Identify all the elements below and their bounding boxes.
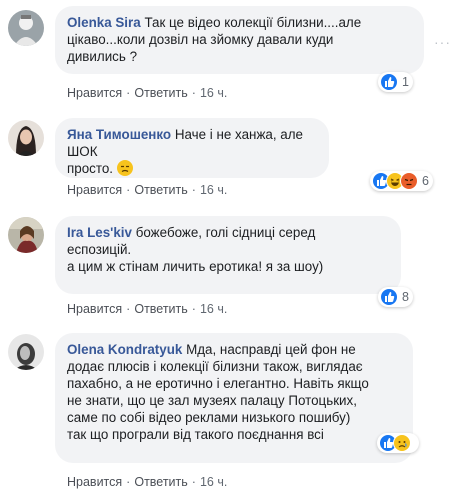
separator-dot: · [126,86,131,100]
reaction-count: 8 [402,290,409,304]
comment-time[interactable]: 16 ч. [200,475,227,489]
comment-author[interactable]: Olena Kondratyuk [67,342,182,357]
comment-actions: Нравится · Ответить · 16 ч. [67,302,227,316]
separator-dot: · [126,475,131,489]
separator-dot: · [126,302,131,316]
reply-link[interactable]: Ответить [134,183,187,197]
separator-dot: · [191,475,196,489]
comment-bubble: Яна Тимошенко Наче і не ханжа, але ШОК пр… [55,118,329,178]
comment-author[interactable]: Яна Тимошенко [67,127,171,142]
comment-actions: Нравится · Ответить · 16 ч. [67,86,227,100]
reply-link[interactable]: Ответить [134,86,187,100]
like-link[interactable]: Нравится [67,183,122,197]
comment-bubble: Olenka Sira Так це відео колекції білизн… [55,6,424,74]
avatar[interactable] [8,10,44,46]
more-options-icon[interactable]: ··· [434,34,450,50]
reaction-count: 6 [422,174,429,188]
comment-author[interactable]: Olenka Sira [67,15,141,30]
avatar[interactable] [8,217,44,253]
comment-text: Мда, насправді цей фон не додає плюсів і … [67,342,369,442]
comment-time[interactable]: 16 ч. [200,302,227,316]
comment-time[interactable]: 16 ч. [200,86,227,100]
comment-time[interactable]: 16 ч. [200,183,227,197]
reaction-summary[interactable]: 8 [378,287,413,307]
like-link[interactable]: Нравится [67,475,122,489]
comment-bubble: Olena Kondratyuk Мда, насправді цей фон … [55,333,413,463]
avatar[interactable] [8,334,44,370]
avatar[interactable] [8,120,44,156]
like-link[interactable]: Нравится [67,86,122,100]
angry-icon [400,172,418,190]
comment-actions: Нравится · Ответить · 16 ч. [67,475,227,489]
reaction-count: 1 [402,75,409,89]
reaction-summary[interactable]: 1 [378,72,413,92]
separator-dot: · [191,302,196,316]
like-icon [380,73,398,91]
reply-link[interactable]: Ответить [134,475,187,489]
comment-bubble: Ira Les'kiv божебоже, голі сідниці серед… [55,216,401,294]
like-icon [380,288,398,306]
separator-dot: · [191,183,196,197]
comment-actions: Нравится · Ответить · 16 ч. [67,183,227,197]
sad-emoji [116,160,133,176]
reaction-summary[interactable] [377,433,419,453]
sad-icon [393,434,411,452]
reply-link[interactable]: Ответить [134,302,187,316]
reaction-summary[interactable]: 6 [370,171,433,191]
separator-dot: · [126,183,131,197]
separator-dot: · [191,86,196,100]
like-link[interactable]: Нравится [67,302,122,316]
comment-author[interactable]: Ira Les'kiv [67,225,132,240]
